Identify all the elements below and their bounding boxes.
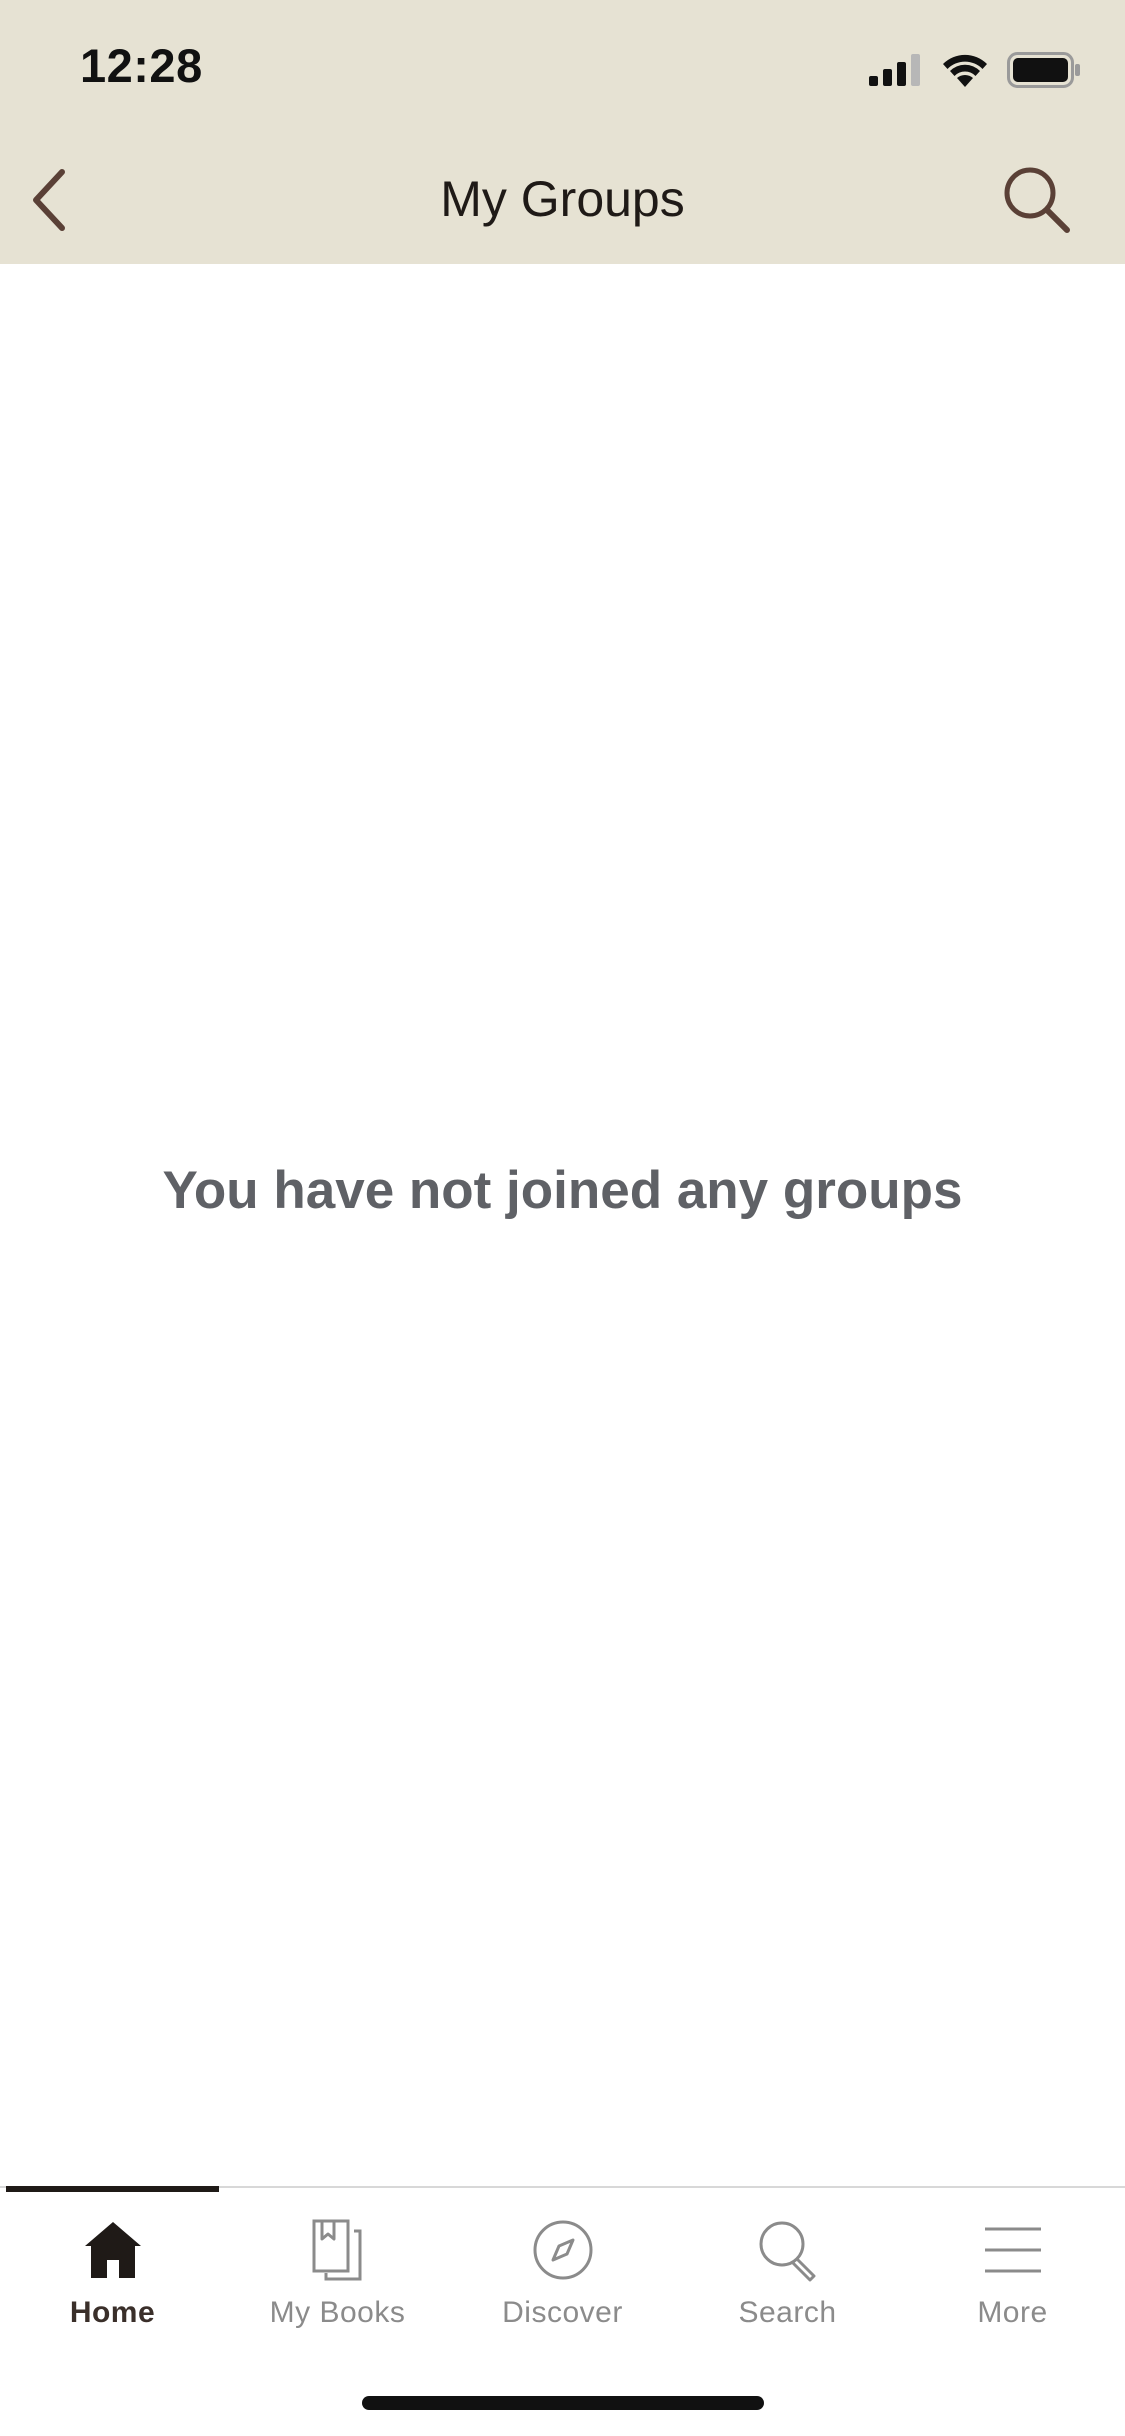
- tab-search[interactable]: Search: [675, 2188, 900, 2358]
- home-indicator[interactable]: [362, 2396, 764, 2410]
- tab-label: Home: [69, 2296, 156, 2329]
- tab-discover[interactable]: Discover: [450, 2188, 675, 2358]
- compass-icon: [533, 2220, 592, 2280]
- tab-my-books[interactable]: My Books: [225, 2188, 450, 2358]
- tab-label: Discover: [502, 2296, 623, 2329]
- battery-icon: [1007, 52, 1080, 88]
- page-title: My Groups: [440, 171, 685, 227]
- search-icon: [1004, 167, 1070, 233]
- search-button[interactable]: [997, 160, 1077, 240]
- tab-home[interactable]: Home: [0, 2188, 225, 2358]
- tab-more[interactable]: More: [900, 2188, 1125, 2358]
- tab-label: My Books: [269, 2296, 406, 2329]
- tab-label: More: [977, 2296, 1048, 2329]
- wifi-icon: [943, 54, 987, 87]
- nav-header: My Groups: [0, 132, 1125, 264]
- status-icons: [869, 50, 1081, 90]
- status-time: 12:28: [80, 39, 203, 92]
- empty-state-message: You have not joined any groups: [162, 1161, 963, 1220]
- books-icon: [312, 2219, 361, 2281]
- top-bar: 12:28 My Groups: [0, 0, 1125, 264]
- tab-label: Search: [738, 2296, 837, 2329]
- cellular-signal-icon: [869, 54, 920, 86]
- screen: 12:28 My Groups You have not joined any …: [0, 0, 1125, 2436]
- menu-icon: [984, 2227, 1041, 2273]
- search-icon: [759, 2221, 815, 2282]
- home-icon: [84, 2222, 141, 2278]
